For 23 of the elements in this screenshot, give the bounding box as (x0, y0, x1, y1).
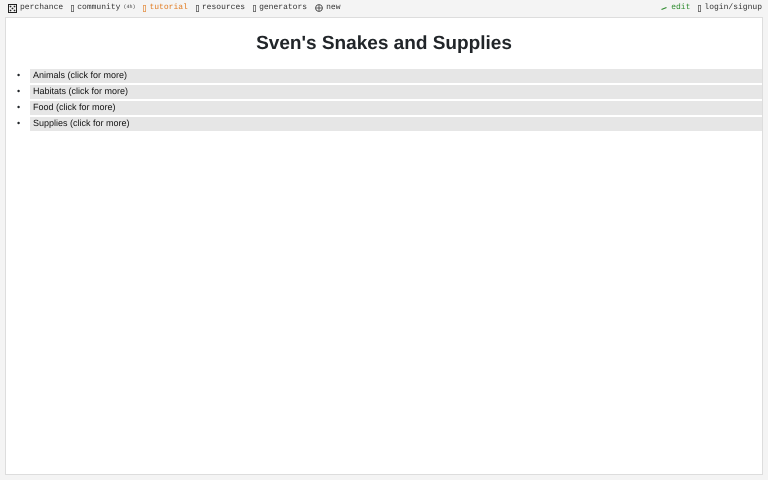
nav-link[interactable]: new (315, 2, 340, 14)
page-title: Sven's Snakes and Supplies (255, 32, 513, 56)
nav-link[interactable]: generators (253, 2, 308, 14)
add-icon (315, 4, 324, 12)
expand-button[interactable]: Habitats (click for more) (30, 84, 762, 99)
box-icon (143, 4, 146, 12)
box-icon (698, 4, 702, 12)
bullet: • (17, 84, 22, 98)
expand-button[interactable]: Food (click for more) (30, 100, 762, 115)
bullet: • (17, 101, 22, 114)
expand-button[interactable]: Supplies (click for more) (30, 117, 762, 132)
nav-link[interactable]: resources (196, 2, 246, 14)
home-link[interactable]: perchance (8, 2, 64, 14)
box-icon (196, 4, 199, 12)
box-icon (253, 4, 256, 12)
box-icon (71, 4, 74, 12)
pencil-icon (661, 6, 668, 10)
bullet: • (17, 68, 22, 82)
bullet: • (17, 117, 22, 130)
nav-link[interactable]: edit (661, 2, 690, 14)
dice-icon (8, 4, 17, 12)
expand-button[interactable]: Animals (click for more) (30, 68, 762, 82)
nav-link[interactable]: login/signup (698, 2, 762, 14)
